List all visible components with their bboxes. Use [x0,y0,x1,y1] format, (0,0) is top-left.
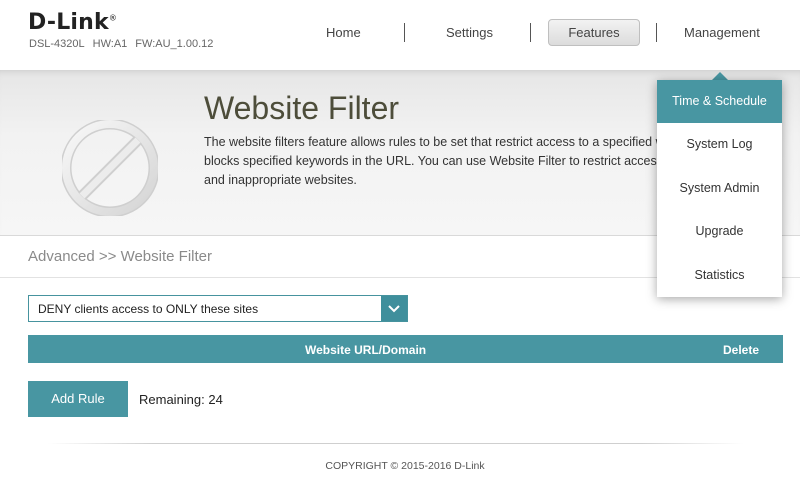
logo-text: D-Link [28,10,109,35]
remaining-count: Remaining: 24 [139,392,223,407]
menu-item-system-admin[interactable]: System Admin [657,167,782,210]
nav-separator [404,23,405,42]
nav-management[interactable]: Management [684,25,760,40]
chevron-down-icon [388,304,400,312]
description-line: blocks specified keywords in the URL. Yo… [204,154,664,168]
hardware-version: HW:A1 [92,38,128,50]
column-header-url: Website URL/Domain [305,343,427,357]
nav-settings[interactable]: Settings [446,25,493,40]
device-info: DSL-4320L HW:A1 FW:AU_1.00.12 [29,38,213,50]
model-name: DSL-4320L [29,38,85,50]
menu-item-system-log[interactable]: System Log [657,123,782,166]
footer-divider [48,443,744,444]
description-line: and inappropriate websites. [204,173,357,187]
no-entry-icon [62,120,158,216]
add-rule-button[interactable]: Add Rule [28,381,128,417]
nav-home[interactable]: Home [326,25,361,40]
menu-item-time-schedule[interactable]: Time & Schedule [657,80,782,123]
nav-separator [656,23,657,42]
nav-separator [530,23,531,42]
filter-mode-select[interactable]: DENY clients access to ONLY these sites [28,295,408,322]
description-line: The website filters feature allows rules… [204,135,665,149]
rules-table-header: Website URL/Domain Delete [28,335,783,363]
top-header: D-Link® DSL-4320L HW:A1 FW:AU_1.00.12 Ho… [0,0,800,70]
menu-item-upgrade[interactable]: Upgrade [657,210,782,253]
select-dropdown-button[interactable] [381,296,407,321]
page-description: The website filters feature allows rules… [204,133,674,190]
copyright-text: COPYRIGHT © 2015-2016 D-Link [325,460,485,472]
menu-caret [712,72,728,80]
menu-item-statistics[interactable]: Statistics [657,254,782,297]
column-header-delete: Delete [723,343,760,357]
page-title: Website Filter [204,90,400,126]
filter-mode-value: DENY clients access to ONLY these sites [38,302,259,316]
logo-registered-mark: ® [108,13,118,23]
management-dropdown-menu: Time & Schedule System Log System Admin … [657,80,782,297]
firmware-version: FW:AU_1.00.12 [135,38,214,50]
dlink-logo: D-Link® [28,10,117,35]
nav-features[interactable]: Features [548,19,640,46]
breadcrumb: Advanced >> Website Filter [28,248,212,265]
